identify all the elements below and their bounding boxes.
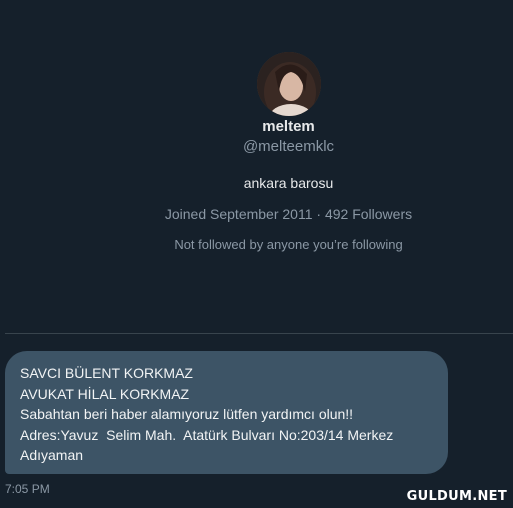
joined-date: Joined September 2011	[164, 206, 313, 222]
meta-separator: ·	[316, 206, 322, 222]
display-name[interactable]: meltem	[0, 118, 513, 135]
followers-count[interactable]: 492 Followers	[325, 206, 412, 222]
profile-photo-icon	[257, 52, 321, 116]
message-timestamp: 7:05 PM	[5, 482, 50, 496]
message-line: Adres:Yavuz Selim Mah. Atatürk Bulvarı N…	[20, 426, 394, 443]
profile-meta: Joined September 2011 · 492 Followers	[0, 206, 513, 222]
user-handle[interactable]: @melteemklc	[0, 138, 513, 155]
message-line: Sabahtan beri haber alamıyoruz lütfen ya…	[20, 406, 354, 422]
followed-by-text: Not followed by anyone you’re following	[174, 237, 403, 252]
watermark-logo: GULDUM.NET	[406, 489, 507, 504]
message-line: Adıyaman	[20, 447, 84, 463]
divider	[5, 333, 513, 334]
message-line: AVUKAT HİLAL KORKMAZ	[20, 385, 190, 402]
message-line: SAVCI BÜLENT KORKMAZ	[20, 365, 193, 381]
message-bubble[interactable]: SAVCI BÜLENT KORKMAZ AVUKAT HİLAL KORKMA…	[5, 351, 448, 474]
profile-bio: ankara barosu	[243, 175, 334, 191]
avatar[interactable]	[257, 52, 321, 116]
